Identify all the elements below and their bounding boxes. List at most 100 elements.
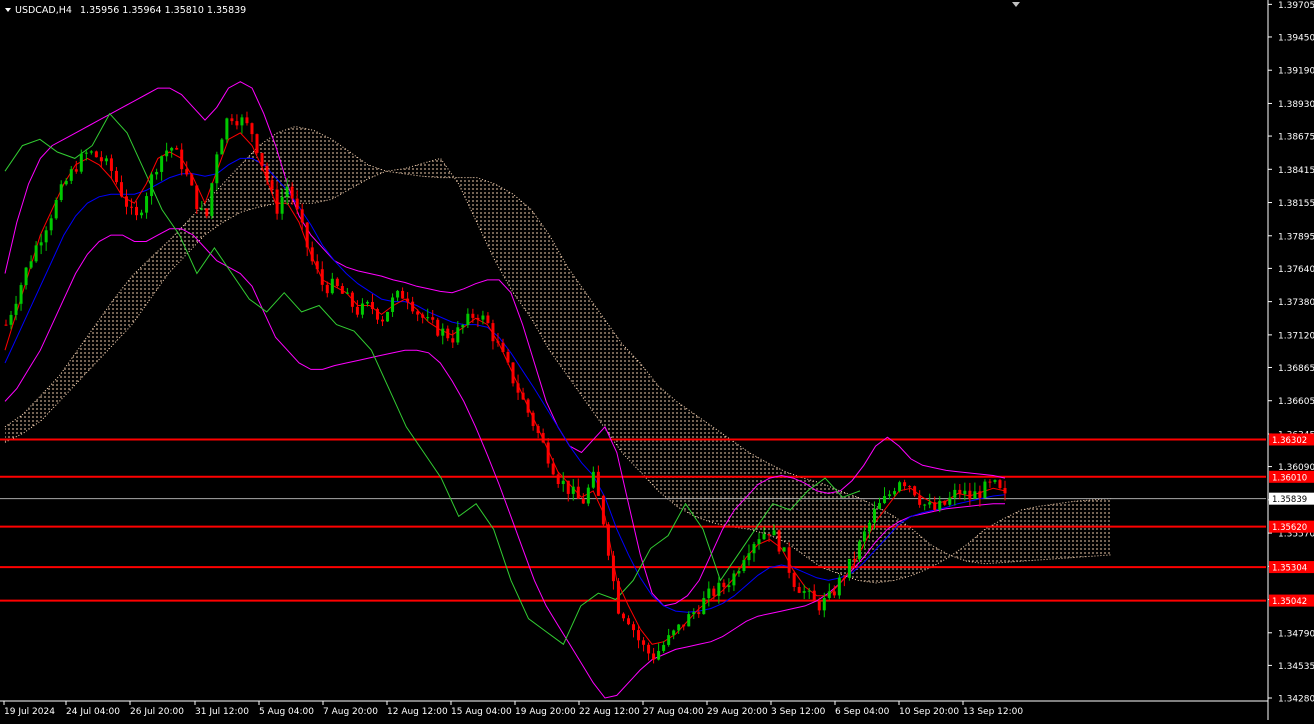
candle-body [566,480,570,494]
price-chart: 1.39705 1.39450 1.39190 1.38930 1.38675 1.384… [0,0,1314,720]
candle-body [426,317,430,319]
candle-body [958,489,962,495]
price-tick-label: 1.38155 [1278,199,1314,209]
time-tick-label: 24 Jul 04:00 [66,707,120,717]
candle-body [190,174,194,186]
candle-body [662,644,666,651]
candle-body [220,139,224,155]
candle-body [536,426,540,433]
candle-body [667,635,671,645]
candle-body [175,147,179,150]
candle-body [943,500,947,505]
candle-body [757,539,761,545]
candle-body [260,152,264,166]
candle-body [963,490,967,495]
candle-body [19,285,23,304]
candle-body [145,196,149,213]
candle-body [471,313,475,318]
candle-body [4,324,8,326]
candle-body [310,247,314,262]
candle-body [752,544,756,554]
chart-area[interactable]: 1.39705 1.39450 1.39190 1.38930 1.38675 1.384… [0,0,1314,720]
candle-body [300,209,304,223]
candle-body [857,541,861,560]
candle-body [762,534,766,540]
candle-body [712,588,716,596]
level-price-tag-label: 1.35042 [1272,597,1307,607]
candle-body [130,206,134,208]
candle-body [240,117,244,126]
candle-body [9,314,13,325]
candle-body [692,612,696,615]
candle-body [491,323,495,342]
candle-body [235,121,239,126]
candle-body [365,301,369,304]
candle-body [606,524,610,556]
candle-body [325,284,329,294]
candle-body [160,156,164,172]
candle-body [852,558,856,560]
candle-body [155,171,159,175]
time-tick-label: 7 Aug 20:00 [323,707,378,717]
time-tick-label: 15 Aug 04:00 [451,707,512,717]
time-tick-label: 19 Jul 2024 [4,707,55,717]
chart-header: USDCAD,H4 1.35956 1.35964 1.35810 1.3583… [5,5,246,16]
candle-body [591,471,595,488]
candle-body [983,481,987,498]
candle-body [441,328,445,336]
candle-body [411,301,415,312]
candle-body [205,208,209,216]
candle-body [401,290,405,299]
candle-body [918,495,922,505]
time-tick-label: 19 Aug 20:00 [515,707,576,717]
candle-body [295,198,299,210]
candle-body [908,486,912,488]
candle-body [335,278,339,287]
candle-body [375,309,379,320]
candle-body [596,471,600,496]
time-tick-label: 26 Jul 20:00 [130,707,184,717]
time-tick-label: 5 Aug 04:00 [259,707,314,717]
candle-body [195,185,199,210]
candle-body [150,174,154,197]
candle-body [642,640,646,645]
candle-body [948,497,952,505]
candle-body [391,297,395,312]
candle-body [315,261,319,270]
candle-body [782,547,786,552]
candle-body [526,399,530,413]
candle-body [556,474,560,485]
candle-body [687,614,691,627]
candle-body [521,392,525,400]
candle-body [862,531,866,542]
price-tick-label: 1.37895 [1278,232,1314,242]
candle-body [416,311,420,315]
time-tick-label: 3 Sep 12:00 [771,707,826,717]
price-tick-label: 1.34280 [1278,695,1314,705]
candle-body [988,481,992,483]
candle-body [677,624,681,631]
candle-body [109,158,113,171]
candle-body [732,573,736,586]
candle-body [461,325,465,328]
candle-body [898,482,902,492]
candle-body [99,157,103,162]
candle-body [104,158,108,162]
candle-body [531,412,535,427]
candle-body [476,317,480,320]
candle-body [14,303,18,315]
candle-body [350,292,354,307]
chart-background [0,0,1314,720]
candle-body [797,586,801,593]
candle-body [827,591,831,598]
price-tick-label: 1.36865 [1278,364,1314,374]
time-tick-label: 10 Sep 20:00 [899,707,959,717]
candle-body [270,180,274,190]
candle-body [883,496,887,504]
candle-body [355,306,359,315]
candle-body [682,624,686,627]
candle-body [637,630,641,641]
candle-body [44,230,48,243]
candle-body [506,351,510,363]
candle-body [1003,488,1007,494]
